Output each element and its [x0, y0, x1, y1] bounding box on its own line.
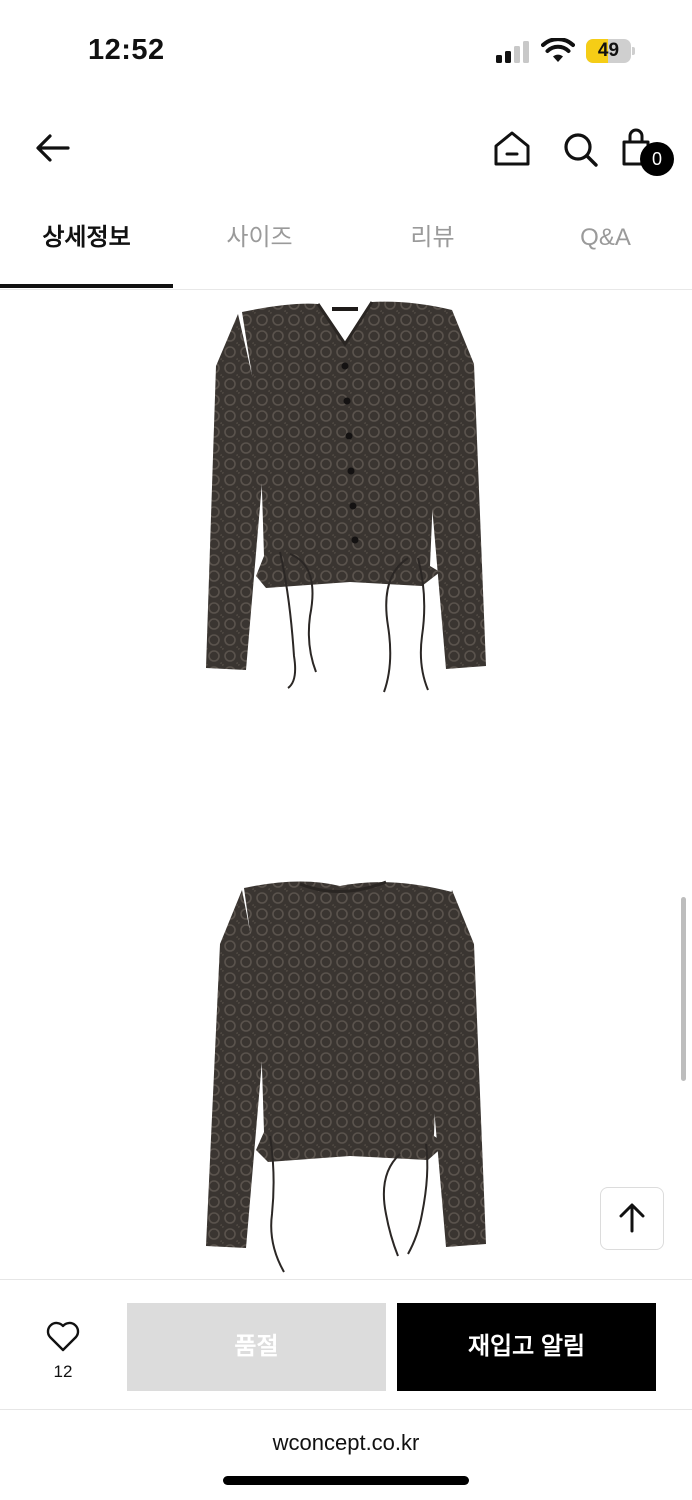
status-bar: 12:52 49 [0, 0, 692, 100]
scroll-to-top-button[interactable] [600, 1187, 664, 1250]
battery-tip [632, 47, 635, 55]
cellular-signal-icon [496, 41, 529, 63]
back-button[interactable] [30, 126, 76, 172]
product-detail-page: 12:52 49 0 상세정보 사이즈 리뷰 Q&A 12 품절 재입고 알림 … [0, 0, 692, 1500]
soldout-button[interactable]: 품절 [127, 1303, 386, 1391]
product-image-back [206, 880, 486, 1273]
like-count: 12 [53, 1362, 73, 1381]
browser-url-bar[interactable]: wconcept.co.kr [0, 1410, 692, 1500]
home-indicator[interactable] [223, 1476, 469, 1485]
product-image-front [206, 301, 486, 693]
tab-details[interactable]: 상세정보 [0, 200, 173, 290]
heart-icon [46, 1321, 80, 1352]
tab-size[interactable]: 사이즈 [173, 200, 346, 290]
purchase-bar: 12 품절 재입고 알림 [0, 1279, 692, 1410]
tab-qna[interactable]: Q&A [519, 200, 692, 290]
arrow-up-icon [619, 1203, 645, 1233]
product-tabs: 상세정보 사이즈 리뷰 Q&A [0, 200, 692, 290]
cart-count-badge: 0 [640, 142, 674, 176]
battery-body: 49 [586, 39, 631, 63]
search-icon [564, 133, 598, 167]
url-text: wconcept.co.kr [272, 1430, 420, 1455]
wifi-icon [541, 38, 575, 62]
tab-reviews[interactable]: 리뷰 [346, 200, 519, 290]
battery-indicator: 49 [586, 39, 636, 63]
cart-button[interactable]: 0 [618, 124, 678, 178]
search-button[interactable] [558, 126, 604, 172]
battery-level: 49 [597, 40, 620, 61]
restock-alert-button[interactable]: 재입고 알림 [397, 1303, 656, 1391]
active-tab-indicator [0, 284, 173, 288]
home-icon [494, 131, 530, 166]
status-time: 12:52 [88, 34, 165, 66]
arrow-left-icon [36, 134, 70, 162]
page-scrollbar[interactable] [681, 897, 686, 1081]
like-button[interactable]: 12 [28, 1318, 98, 1381]
home-button[interactable] [489, 126, 535, 172]
